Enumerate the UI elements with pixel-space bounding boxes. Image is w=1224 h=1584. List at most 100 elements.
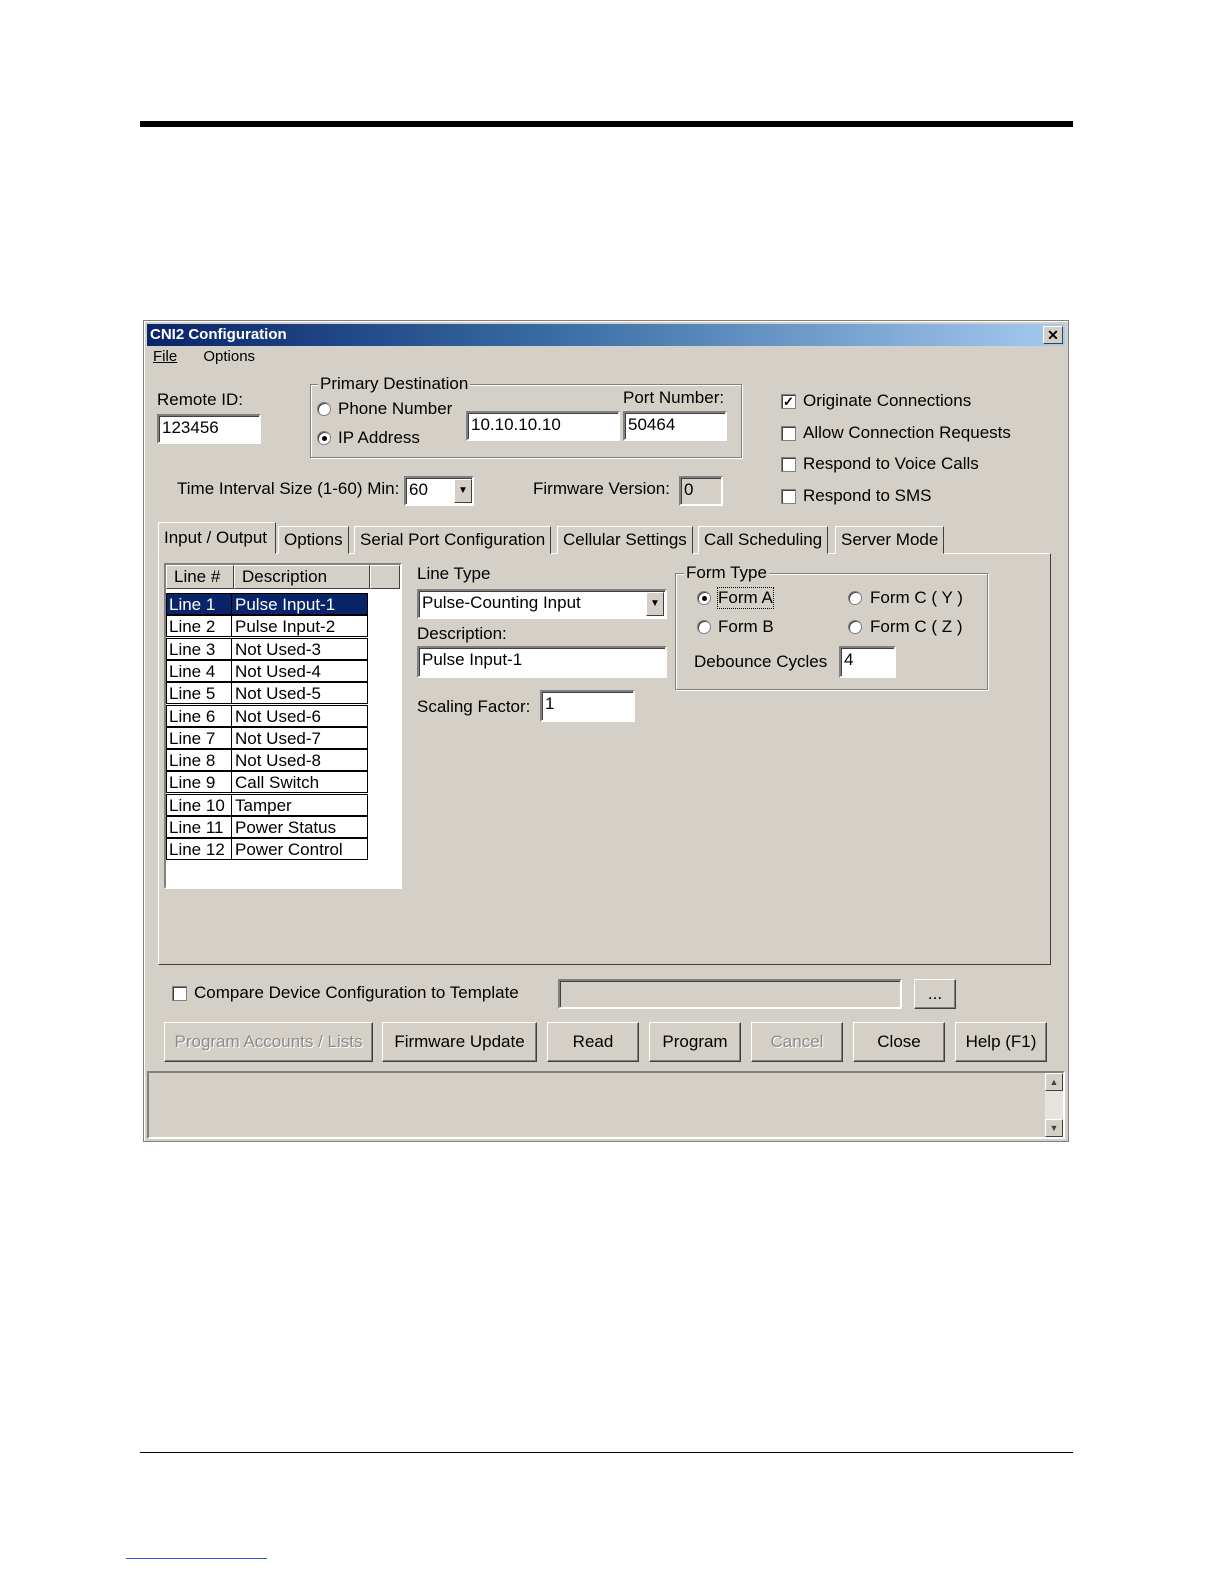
table-row[interactable]: Line 2 Pulse Input-2 [166, 615, 370, 638]
firmware-version-field: 0 [679, 476, 723, 506]
cancel-button[interactable]: Cancel [751, 1022, 843, 1062]
description-input[interactable]: Pulse Input-1 [417, 646, 667, 678]
table-row[interactable]: Line 1 Pulse Input-1 [166, 593, 370, 615]
respond-voice-calls-checkbox[interactable] [781, 457, 796, 472]
line-description-cell: Not Used-5 [232, 682, 368, 705]
firmware-update-button[interactable]: Firmware Update [382, 1022, 537, 1062]
menu-options[interactable]: Options [203, 348, 255, 365]
table-row[interactable]: Line 6 Not Used-6 [166, 704, 370, 727]
line-number-cell: Line 7 [166, 726, 232, 749]
debounce-cycles-label: Debounce Cycles [694, 652, 828, 671]
line-number-cell: Line 12 [166, 838, 232, 861]
line-type-value: Pulse-Counting Input [422, 593, 581, 612]
browse-template-button[interactable]: ... [914, 979, 956, 1009]
program-accounts-button[interactable]: Program Accounts / Lists [164, 1022, 373, 1062]
column-header-line[interactable]: Line # [166, 565, 234, 589]
respond-sms-checkbox[interactable] [781, 489, 796, 504]
tab-options[interactable]: Options [278, 526, 349, 554]
form-type-legend: Form Type [684, 563, 769, 583]
arrow-down-icon[interactable]: ▼ [1045, 1119, 1063, 1137]
line-number-cell: Line 3 [166, 637, 232, 660]
tab-server-mode[interactable]: Server Mode [835, 526, 945, 554]
port-number-input[interactable]: 50464 [623, 411, 727, 441]
line-number-cell: Line 8 [166, 749, 232, 772]
line-description-cell: Not Used-7 [232, 726, 368, 749]
line-number-cell: Line 5 [166, 682, 232, 705]
address-input[interactable]: 10.10.10.10 [466, 411, 620, 441]
table-row[interactable]: Line 4 Not Used-4 [166, 659, 370, 682]
compare-template-checkbox[interactable] [172, 986, 187, 1001]
tab-cellular-settings[interactable]: Cellular Settings [557, 526, 693, 554]
line-description-cell: Pulse Input-1 [232, 593, 368, 615]
debounce-cycles-input[interactable]: 4 [839, 646, 896, 678]
line-type-dropdown-button[interactable]: ▼ [646, 592, 664, 616]
allow-connection-requests-checkbox[interactable] [781, 426, 796, 441]
line-description-cell: Not Used-4 [232, 659, 368, 682]
time-interval-value: 60 [409, 480, 428, 499]
originate-connections-label: Originate Connections [803, 391, 972, 410]
column-header-filler [370, 565, 400, 589]
program-button[interactable]: Program [649, 1022, 741, 1062]
line-description-cell: Pulse Input-2 [232, 615, 368, 638]
time-interval-dropdown-button[interactable]: ▼ [454, 479, 472, 503]
table-row[interactable]: Line 3 Not Used-3 [166, 637, 370, 660]
form-c-y-radio[interactable] [848, 591, 862, 605]
line-description-cell: Tamper [232, 793, 368, 816]
compare-template-label: Compare Device Configuration to Template [194, 983, 519, 1002]
line-number-cell: Line 11 [166, 816, 232, 838]
table-row[interactable]: Line 12 Power Control [166, 838, 370, 861]
read-button[interactable]: Read [547, 1022, 639, 1062]
tab-input-output[interactable]: Input / Output [158, 522, 276, 554]
time-interval-label: Time Interval Size (1-60) Min: [177, 479, 400, 498]
column-header-description[interactable]: Description [234, 565, 370, 589]
close-window-button[interactable]: ✕ [1043, 326, 1063, 344]
lines-list[interactable]: Line # Description Line 1 Pulse Input-1 Li… [164, 563, 402, 889]
ip-address-radio[interactable] [317, 431, 331, 445]
remote-id-input[interactable]: 123456 [157, 414, 261, 444]
form-c-z-radio[interactable] [848, 620, 862, 634]
line-number-cell: Line 10 [166, 793, 232, 816]
ip-address-label: IP Address [338, 428, 420, 447]
line-number-cell: Line 6 [166, 704, 232, 727]
allow-connection-requests-label: Allow Connection Requests [803, 423, 1011, 442]
template-path-field[interactable] [558, 979, 902, 1009]
window-title: CNI2 Configuration [147, 324, 1065, 346]
line-description-cell: Call Switch [232, 771, 368, 794]
respond-voice-calls-label: Respond to Voice Calls [803, 454, 979, 473]
table-row[interactable]: Line 5 Not Used-5 [166, 682, 370, 705]
table-row[interactable]: Line 11 Power Status [166, 816, 370, 838]
table-row[interactable]: Line 9 Call Switch [166, 771, 370, 794]
description-label: Description: [417, 624, 507, 643]
status-log[interactable]: ▲ ▼ [147, 1071, 1065, 1139]
line-type-select[interactable]: Pulse-Counting Input [417, 589, 667, 619]
vertical-scrollbar[interactable]: ▲ ▼ [1045, 1073, 1063, 1137]
lines-rows: Line 1 Pulse Input-1 Line 2 Pulse Input-2 Li… [166, 593, 400, 863]
menu-bar: File Options [147, 348, 271, 370]
form-b-radio[interactable] [697, 620, 711, 634]
chevron-down-icon: ▼ [650, 598, 660, 609]
footer-link-underline [126, 1558, 267, 1559]
originate-connections-checkbox[interactable]: ✓ [781, 394, 796, 409]
line-description-cell: Not Used-3 [232, 637, 368, 660]
config-window: CNI2 Configuration ✕ File Options Remote… [143, 320, 1069, 1142]
help-button[interactable]: Help (F1) [955, 1022, 1047, 1062]
form-a-radio[interactable] [697, 591, 711, 605]
table-row[interactable]: Line 10 Tamper [166, 793, 370, 816]
table-row[interactable]: Line 8 Not Used-8 [166, 749, 370, 772]
form-c-z-label: Form C ( Z ) [870, 617, 963, 636]
table-row[interactable]: Line 7 Not Used-7 [166, 726, 370, 749]
close-button[interactable]: Close [853, 1022, 945, 1062]
tab-serial-port-configuration[interactable]: Serial Port Configuration [354, 526, 552, 554]
scaling-factor-input[interactable]: 1 [540, 690, 635, 722]
line-number-cell: Line 2 [166, 615, 232, 638]
tab-call-scheduling[interactable]: Call Scheduling [698, 526, 829, 554]
form-a-label: Form A [717, 587, 774, 609]
port-number-label: Port Number: [623, 388, 725, 407]
menu-file[interactable]: File [153, 348, 177, 365]
line-description-cell: Power Control [232, 838, 368, 861]
form-b-label: Form B [718, 617, 774, 636]
phone-number-radio[interactable] [317, 402, 331, 416]
arrow-up-icon[interactable]: ▲ [1045, 1073, 1063, 1091]
line-description-cell: Not Used-6 [232, 704, 368, 727]
firmware-version-label: Firmware Version: [533, 479, 670, 498]
